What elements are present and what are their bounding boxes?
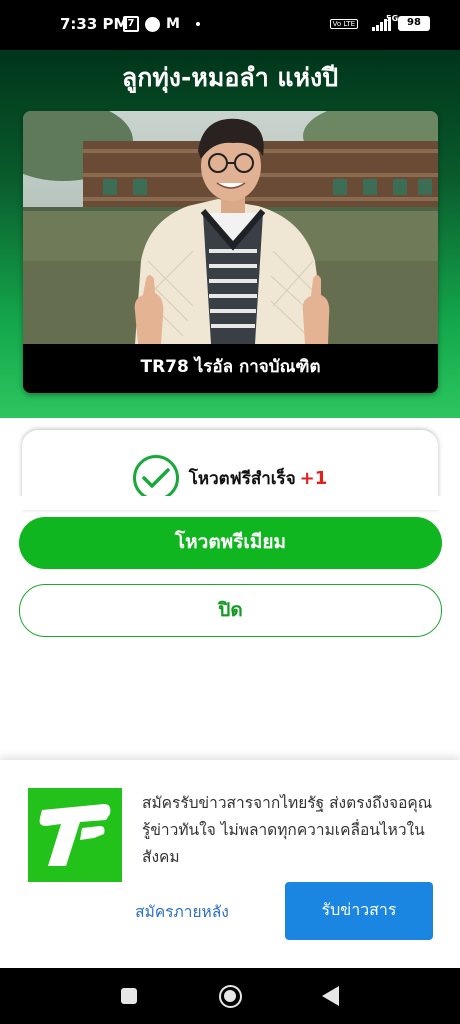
- system-icons: Vo LTE 5G 98: [329, 14, 430, 31]
- volte-icon: Vo LTE: [329, 18, 358, 29]
- dot-icon: [195, 22, 200, 26]
- battery-icon: 98: [398, 16, 430, 31]
- signal-icon: 5G: [364, 14, 398, 31]
- candidate-card: TR78 ไรอัล กาจบัณฑิต: [23, 111, 438, 393]
- notification-icons: 7 M: [123, 16, 200, 32]
- subscribe-panel: สมัครรับข่าวสารจากไทยรัฐ ส่งตรงถึงจอคุณ …: [0, 760, 460, 968]
- card-divider: [0, 496, 460, 510]
- status-bar: 7:33 PM 7 M Vo LTE 5G 98: [0, 0, 460, 50]
- status-time: 7:33 PM: [60, 15, 129, 33]
- premium-vote-button[interactable]: โหวตพรีเมียม: [19, 517, 442, 569]
- close-button[interactable]: ปิด: [19, 584, 442, 637]
- vote-success-label: โหวตฟรีสำเร็จ: [188, 468, 296, 489]
- subscribe-accept-button[interactable]: รับข่าวสาร: [285, 882, 433, 940]
- seven-eleven-icon: 7: [123, 16, 139, 32]
- recents-icon[interactable]: [121, 988, 137, 1004]
- subscribe-message: สมัครรับข่าวสารจากไทยรัฐ ส่งตรงถึงจอคุณ …: [142, 794, 433, 866]
- hero-section: ลูกทุ่ง-หมอลำ แห่งปี TR78 ไรอัล กาจบัณฑิ…: [0, 50, 460, 418]
- back-icon[interactable]: [322, 986, 339, 1006]
- page-title: ลูกทุ่ง-หมอลำ แห่งปี: [121, 63, 339, 92]
- subscribe-later-button[interactable]: สมัครภายหลัง: [112, 893, 252, 933]
- vote-status: โหวตฟรีสำเร็จ +1: [22, 455, 438, 501]
- candidate-caption: TR78 ไรอัล กาจบัณฑิต: [23, 344, 438, 393]
- check-circle-icon: [132, 455, 179, 501]
- vote-status-text: โหวตฟรีสำเร็จ +1: [189, 465, 328, 492]
- circle-app-icon: [145, 16, 160, 32]
- home-icon[interactable]: [219, 985, 242, 1008]
- candidate-photo: [23, 111, 438, 344]
- gmail-icon: M: [166, 16, 180, 32]
- vote-increment: +1: [299, 467, 328, 489]
- thairath-logo: [28, 788, 122, 882]
- navigation-bar: [0, 968, 460, 1024]
